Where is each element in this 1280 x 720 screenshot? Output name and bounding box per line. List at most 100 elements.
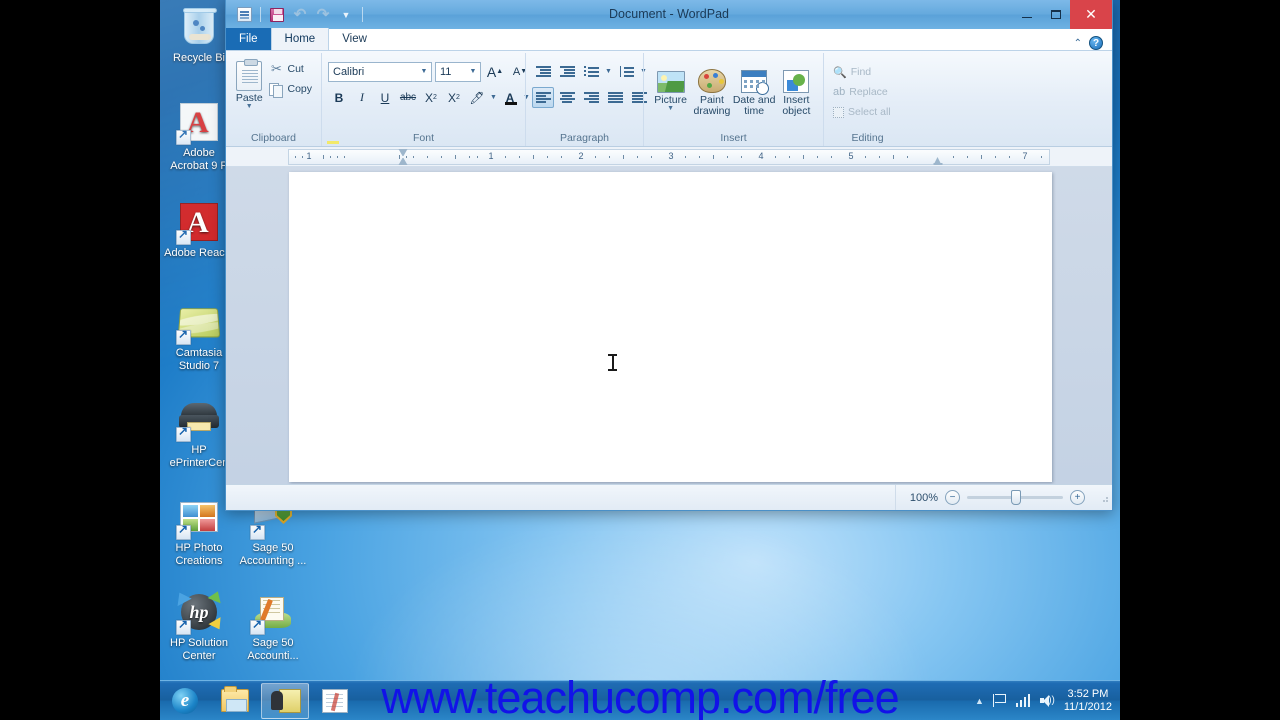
find-button[interactable]: 🔍 Find (830, 63, 894, 81)
desktop-icon-hp-solution-center[interactable]: hp HP Solution Center (163, 588, 235, 663)
bullets-button[interactable] (580, 61, 602, 82)
font-size-combo[interactable]: 11 ▼ (435, 61, 481, 82)
highlight-dropdown-icon[interactable]: ▼ (489, 94, 498, 101)
strikethrough-button[interactable]: abc (397, 87, 419, 108)
internet-explorer-icon: e (172, 687, 198, 714)
ruler-number: 4 (758, 150, 764, 161)
justify-icon (607, 92, 623, 103)
title-bar[interactable]: ↶ ↷ ▼ Document - WordPad ✕ (226, 0, 1112, 29)
tab-file[interactable]: File (226, 28, 271, 50)
increase-indent-icon (559, 66, 575, 77)
cut-button[interactable]: ✂ Cut (266, 60, 315, 78)
line-spacing-icon (619, 66, 634, 77)
ribbon[interactable]: Paste ▼ ✂ Cut Copy Clipboard Calibri ▼ 1… (226, 51, 1112, 147)
shortcut-arrow-icon (176, 523, 191, 540)
align-left-button[interactable] (532, 87, 554, 108)
wordpad-icon (271, 688, 301, 713)
zoom-level-label: 100% (909, 491, 938, 504)
text-highlight-button[interactable]: 🖊 (466, 87, 488, 108)
wordpad-app-icon[interactable] (234, 5, 254, 25)
justify-button[interactable] (604, 87, 626, 108)
picture-icon (656, 61, 685, 93)
select-all-icon (833, 106, 844, 118)
chevron-down-icon[interactable]: ▼ (417, 68, 431, 75)
chevron-down-icon[interactable]: ▼ (466, 68, 480, 75)
subscript-button[interactable]: X2 (420, 87, 442, 108)
desktop-icon-label: HP Photo Creations (175, 542, 223, 567)
redo-icon[interactable]: ↷ (313, 5, 333, 25)
insert-object-button[interactable]: Insert object (776, 59, 817, 117)
font-color-button[interactable]: A (499, 87, 521, 108)
system-tray[interactable]: ▲ )) 3:52 PM 11/1/2012 (975, 688, 1120, 714)
resize-grip[interactable] (1099, 492, 1109, 503)
insert-picture-button[interactable]: Picture ▼ (650, 59, 691, 112)
zoom-out-button[interactable]: − (945, 490, 960, 505)
font-family-combo[interactable]: Calibri ▼ (328, 61, 432, 82)
status-bar-left (226, 485, 896, 510)
ruler-number: 1 (488, 150, 494, 161)
bullets-dropdown-icon[interactable]: ▼ (604, 68, 613, 75)
italic-button[interactable]: I (351, 87, 373, 108)
ribbon-filler (911, 53, 1112, 146)
minimize-button[interactable] (1012, 0, 1041, 29)
line-spacing-button[interactable] (615, 61, 637, 82)
quick-access-toolbar[interactable]: ↶ ↷ ▼ (226, 0, 366, 29)
desktop-icon-sage-50-accounting-2[interactable]: Sage 50 Accounti... (237, 590, 309, 663)
taskbar-notepad[interactable] (311, 683, 359, 719)
shortcut-arrow-icon (176, 618, 191, 635)
customize-qat-icon[interactable]: ▼ (336, 5, 356, 25)
taskbar[interactable]: e ▲ )) 3:52 PM 11/1/2012 (160, 680, 1120, 720)
document-page[interactable] (289, 172, 1052, 482)
maximize-button[interactable] (1041, 0, 1070, 29)
decrease-indent-button[interactable] (532, 61, 554, 82)
select-all-button[interactable]: Select all (830, 103, 894, 121)
replace-button[interactable]: ab Replace (830, 83, 894, 101)
copy-button[interactable]: Copy (266, 80, 315, 98)
first-line-indent-marker[interactable] (398, 148, 408, 156)
ruler[interactable]: 1 1 2 3 4 5 7 (288, 148, 1050, 165)
show-hidden-icons-icon[interactable]: ▲ (975, 696, 984, 706)
wordpad-window[interactable]: ↶ ↷ ▼ Document - WordPad ✕ File Home Vie… (225, 0, 1113, 511)
action-center-flag-icon[interactable] (992, 694, 1007, 707)
undo-icon[interactable]: ↶ (290, 5, 310, 25)
paint-drawing-button[interactable]: Paint drawing (691, 59, 732, 117)
align-right-button[interactable] (580, 87, 602, 108)
save-icon[interactable] (267, 5, 287, 25)
tab-view[interactable]: View (329, 28, 380, 50)
align-center-button[interactable] (556, 87, 578, 108)
network-signal-icon[interactable] (1015, 694, 1031, 707)
ribbon-group-editing: 🔍 Find ab Replace Select all Editing (823, 53, 911, 146)
underline-button[interactable]: U (374, 87, 396, 108)
window-controls[interactable]: ✕ (1012, 0, 1112, 29)
document-area[interactable] (226, 167, 1112, 484)
help-button[interactable]: ? (1089, 36, 1103, 50)
superscript-button[interactable]: X2 (443, 87, 465, 108)
taskbar-internet-explorer[interactable]: e (161, 683, 209, 719)
right-indent-marker[interactable] (933, 156, 943, 165)
taskbar-file-explorer[interactable] (211, 683, 259, 719)
bullets-icon (583, 66, 599, 77)
paste-dropdown-icon[interactable]: ▼ (246, 103, 253, 110)
tab-home[interactable]: Home (270, 28, 330, 50)
close-button[interactable]: ✕ (1070, 0, 1112, 29)
volume-speaker-icon[interactable]: )) (1039, 694, 1055, 707)
find-binoculars-icon: 🔍 (833, 66, 847, 79)
increase-indent-button[interactable] (556, 61, 578, 82)
desktop-icon-label: Sage 50 Accounti... (247, 637, 299, 662)
ribbon-tabs[interactable]: File Home View ⌃ ? (226, 28, 1112, 51)
clock[interactable]: 3:52 PM 11/1/2012 (1064, 688, 1112, 714)
bold-button[interactable]: B (328, 87, 350, 108)
taskbar-wordpad[interactable] (261, 682, 309, 719)
picture-dropdown-icon[interactable]: ▼ (667, 105, 674, 112)
zoom-in-button[interactable]: + (1070, 490, 1085, 505)
zoom-slider-track[interactable] (967, 490, 1063, 505)
date-and-time-button[interactable]: Date and time (733, 59, 776, 117)
chevron-up-icon[interactable]: ⌃ (1074, 38, 1082, 49)
copy-icon (269, 82, 284, 98)
zoom-slider-thumb[interactable] (1011, 490, 1021, 505)
adobe-acrobat-icon: A (176, 100, 221, 145)
paste-button[interactable]: Paste ▼ (232, 57, 266, 110)
zoom-controls[interactable]: 100% − + (896, 490, 1095, 505)
left-indent-marker[interactable] (398, 157, 408, 165)
grow-font-button[interactable]: A ▲ (484, 61, 506, 82)
